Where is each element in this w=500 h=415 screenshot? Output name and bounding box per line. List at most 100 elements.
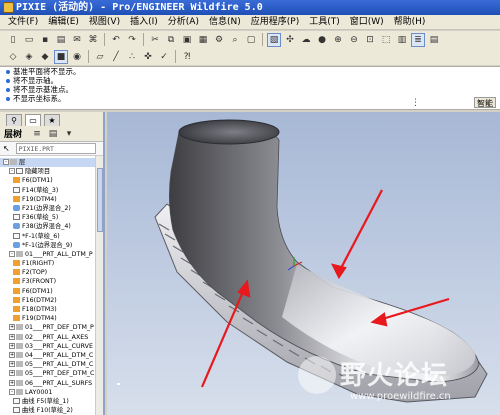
datum-plane-toggle-icon[interactable]: ▱ [93,50,107,64]
tree-row[interactable]: F36(草绘_5) [0,213,103,222]
expand-icon[interactable]: + [9,333,15,340]
orient-mode-icon[interactable]: ☁ [299,33,313,47]
coordinate-system-toggle-icon[interactable]: ✜ [141,50,155,64]
menu-help[interactable]: 帮助(H) [389,15,431,29]
menu-window[interactable]: 窗口(W) [345,15,389,29]
tree-row[interactable]: F1(RIGHT) [0,259,103,268]
expand-icon[interactable]: + [9,351,15,358]
enhanced-realism-icon[interactable]: ◉ [70,50,84,64]
tree-row[interactable]: +06___PRT_ALL_SURFS [0,379,103,388]
regenerate-icon[interactable]: ⚙ [212,33,226,47]
open-file-icon[interactable]: ▭ [22,33,36,47]
tree-row[interactable]: -层 [0,158,103,168]
expand-icon[interactable]: + [9,324,15,331]
tree-row[interactable]: 曲线 F10(草绘_2) [0,406,103,415]
undo-icon[interactable]: ↶ [109,33,123,47]
tree-row[interactable]: F3(FRONT) [0,277,103,286]
tree-row[interactable]: - LAY0001 [0,388,103,397]
saved-views-icon[interactable]: ▥ [395,33,409,47]
menu-analysis[interactable]: 分析(A) [163,15,204,29]
wireframe-icon[interactable]: ◇ [6,50,20,64]
copy-icon[interactable]: ⧉ [164,33,178,47]
refit-icon[interactable]: ⊡ [363,33,377,47]
layer-tree: - 层 - 隐藏项目 F6(DTM1) F14(草绘_3) F19(DTM4) F21(边界混… [0,156,103,415]
menu-tools[interactable]: 工具(T) [304,15,345,29]
collapse-icon[interactable]: - [9,388,15,395]
shading-icon[interactable]: ■ [54,49,68,64]
email-link-icon[interactable]: ⌘ [86,33,100,47]
favorites-tab-icon[interactable]: ★ [44,114,60,126]
tree-row[interactable]: - 01___PRT_ALL_DTM_P [0,250,103,259]
layers-icon[interactable]: ≣ [411,32,425,47]
collapse-icon[interactable]: - [3,159,9,165]
datum-point-toggle-icon[interactable]: ∴ [125,50,139,64]
selection-filter[interactable]: 智能 [474,97,496,108]
menu-file[interactable]: 文件(F) [3,15,43,29]
tree-row[interactable]: F19(DTM4) [0,195,103,204]
status-indicator-icon: ⋮ [411,98,420,108]
feat-layer-icon [13,407,20,414]
expand-icon[interactable]: + [9,361,15,368]
layer-menu-icon[interactable]: ≡ [30,127,44,141]
feat-layer-icon [13,186,20,193]
tree-row[interactable]: +04___PRT_ALL_DTM_C [0,351,103,360]
datum-axis-toggle-icon[interactable]: ╱ [109,50,123,64]
tree-row[interactable]: +05___PRT_DEF_DTM_C [0,369,103,378]
context-help-icon[interactable]: ⁈ [180,50,194,64]
tree-row[interactable]: *F-1(草绘_6) [0,232,103,241]
zoom-out-icon[interactable]: ⊖ [347,33,361,47]
tree-row[interactable]: F14(草绘_3) [0,186,103,195]
email-icon[interactable]: ✉ [70,33,84,47]
hidden-line-icon[interactable]: ◈ [22,50,36,64]
active-model-select[interactable]: PIXIE.PRT [15,143,96,154]
show-menu-icon[interactable]: ▾ [62,127,76,141]
tree-row[interactable]: F6(DTM1) [0,176,103,185]
expand-icon[interactable]: + [9,379,15,386]
tree-row[interactable]: F38(边界混合_4) [0,222,103,231]
tree-row[interactable]: +03___PRT_ALL_CURVE [0,342,103,351]
view-manager-icon[interactable]: ▤ [427,33,441,47]
new-file-icon[interactable]: ▯ [6,33,20,47]
annotation-toggle-icon[interactable]: ✓ [157,50,171,64]
layer-settings-icon[interactable]: ▤ [46,127,60,141]
find-icon[interactable]: ⌕ [228,33,242,47]
tree-row[interactable]: 曲线 F5(草绘_1) [0,397,103,406]
print-icon[interactable]: ▤ [54,33,68,47]
cut-icon[interactable]: ✂ [148,33,162,47]
paste-icon[interactable]: ▣ [180,33,194,47]
menu-insert[interactable]: 插入(I) [125,15,163,29]
tree-scrollbar[interactable] [95,156,103,415]
menu-applications[interactable]: 应用程序(P) [246,15,304,29]
tree-row[interactable]: - 隐藏项目 [0,167,103,176]
reorient-icon[interactable]: ⬚ [379,33,393,47]
appearance-icon[interactable]: ● [315,33,329,47]
collapse-icon[interactable]: - [9,250,15,257]
tree-row[interactable]: F21(边界混合_2) [0,204,103,213]
tree-row[interactable]: +02___PRT_ALL_AXES [0,333,103,342]
model-tree-tab-icon[interactable]: ⚲ [6,114,22,126]
redo-icon[interactable]: ↷ [125,33,139,47]
menu-info[interactable]: 信息(N) [204,15,246,29]
repaint-icon[interactable]: ▧ [267,32,281,47]
menu-view[interactable]: 视图(V) [84,15,125,29]
zoom-in-icon[interactable]: ⊕ [331,33,345,47]
tree-scrollbar-thumb[interactable] [97,168,103,232]
save-icon[interactable]: ▪ [38,33,52,47]
tree-row[interactable]: +05___PRT_ALL_DTM_C [0,360,103,369]
spin-center-icon[interactable]: ✣ [283,33,297,47]
tree-row[interactable]: *F-1(边界混合_9) [0,241,103,250]
tree-row[interactable]: F18(DTM3) [0,305,103,314]
menu-edit[interactable]: 编辑(E) [43,15,84,29]
no-hidden-icon[interactable]: ◆ [38,50,52,64]
paste-special-icon[interactable]: ▦ [196,33,210,47]
expand-icon[interactable]: + [9,370,15,377]
collapse-icon[interactable]: - [9,168,15,175]
tree-row[interactable]: +01___PRT_DEF_DTM_P [0,323,103,332]
tree-row[interactable]: F6(DTM1) [0,287,103,296]
expand-icon[interactable]: + [9,342,15,349]
tree-row[interactable]: F2(TOP) [0,268,103,277]
tree-row[interactable]: F19(DTM4) [0,314,103,323]
folder-browser-tab-icon[interactable]: ▭ [25,114,41,126]
tree-row[interactable]: F16(DTM2) [0,296,103,305]
select-box-icon[interactable]: ▢ [244,33,258,47]
